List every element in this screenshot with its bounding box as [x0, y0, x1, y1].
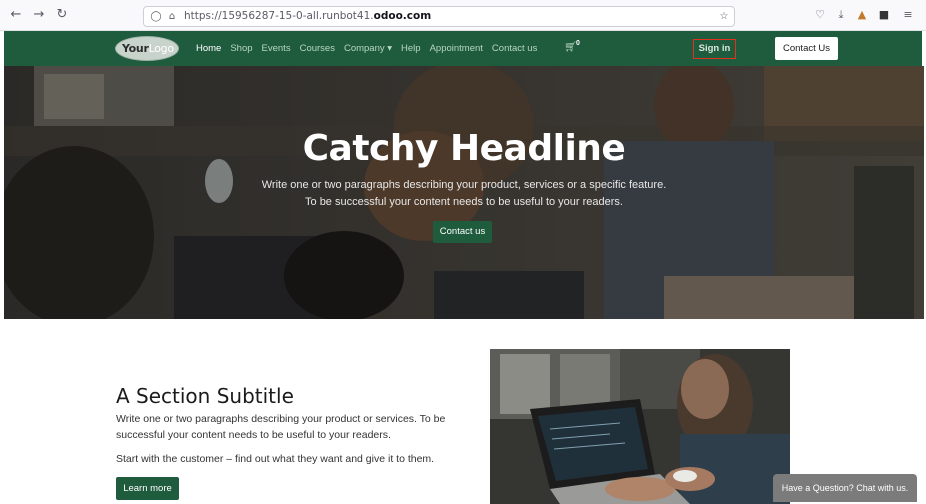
- sign-in-link[interactable]: Sign in: [693, 39, 736, 59]
- hamburger-menu-icon[interactable]: ≡: [901, 8, 915, 22]
- nav-item-company[interactable]: Company ▾: [344, 42, 392, 56]
- cart-count-badge: 0: [576, 40, 580, 47]
- lock-icon[interactable]: ⌂: [166, 11, 178, 23]
- forward-arrow-icon[interactable]: →: [31, 7, 47, 23]
- hero-paragraph-line-1: Write one or two paragraphs describing y…: [261, 179, 667, 191]
- logo-text-dark: Your: [122, 42, 149, 55]
- nav-item-contact-us[interactable]: Contact us: [492, 42, 537, 56]
- logo-text-light: Logo: [148, 42, 174, 55]
- nav-item-events[interactable]: Events: [262, 42, 291, 56]
- learn-more-button[interactable]: Learn more: [116, 477, 179, 500]
- section-paragraph-line-1: Write one or two paragraphs describing y…: [116, 413, 446, 425]
- main-menu: Home Shop Events Courses Company ▾ Help Appoin…: [196, 42, 537, 56]
- shield-icon[interactable]: ◯: [150, 11, 162, 23]
- logo[interactable]: YourLogo: [115, 36, 179, 61]
- section-paragraph-2: Start with the customer – find out what …: [116, 453, 435, 465]
- section-paragraph-line-2: successful your content needs to be usef…: [116, 429, 391, 441]
- back-arrow-icon[interactable]: ←: [8, 7, 24, 23]
- contact-us-button[interactable]: Contact Us: [775, 37, 838, 60]
- cart-icon[interactable]: 🛒︎: [564, 41, 577, 55]
- bookmark-star-icon[interactable]: ☆: [718, 11, 730, 23]
- hero-headline: Catchy Headline: [302, 128, 626, 169]
- nav-item-appointment[interactable]: Appointment: [430, 42, 483, 56]
- live-chat-button[interactable]: Have a Question? Chat with us.: [773, 474, 917, 502]
- nav-item-courses[interactable]: Courses: [300, 42, 335, 56]
- address-bar[interactable]: ◯ ⌂ https://15956287-15-0-all.runbot41.o…: [143, 6, 735, 27]
- hero-banner: Catchy Headline Write one or two paragra…: [4, 66, 924, 319]
- section-subtitle: A Section Subtitle: [116, 384, 294, 408]
- section-image: [490, 349, 790, 504]
- url-text: https://15956287-15-0-all.runbot41.odoo.…: [184, 10, 432, 22]
- reload-icon[interactable]: ↻: [54, 7, 70, 23]
- hero-contact-button[interactable]: Contact us: [433, 221, 492, 243]
- hero-paragraph-line-2: To be successful your content needs to b…: [305, 196, 623, 208]
- site-header: YourLogo Home Shop Events Courses Company ▾ H…: [4, 31, 922, 66]
- hero-background-image: [4, 66, 924, 319]
- download-icon[interactable]: ⤓: [834, 8, 848, 22]
- nav-item-help[interactable]: Help: [401, 42, 421, 56]
- pocket-icon[interactable]: ♡: [813, 8, 827, 22]
- browser-window: ← → ↻ ◯ ⌂ https://15956287-15-0-all.runb…: [0, 0, 926, 504]
- browser-toolbar: ← → ↻ ◯ ⌂ https://15956287-15-0-all.runb…: [0, 0, 926, 31]
- nav-item-home[interactable]: Home: [196, 42, 221, 56]
- nav-item-shop[interactable]: Shop: [230, 42, 252, 56]
- extension-icon[interactable]: ▲: [855, 8, 869, 22]
- extension-icon[interactable]: ■: [877, 8, 891, 22]
- laptop-photo: [490, 349, 790, 504]
